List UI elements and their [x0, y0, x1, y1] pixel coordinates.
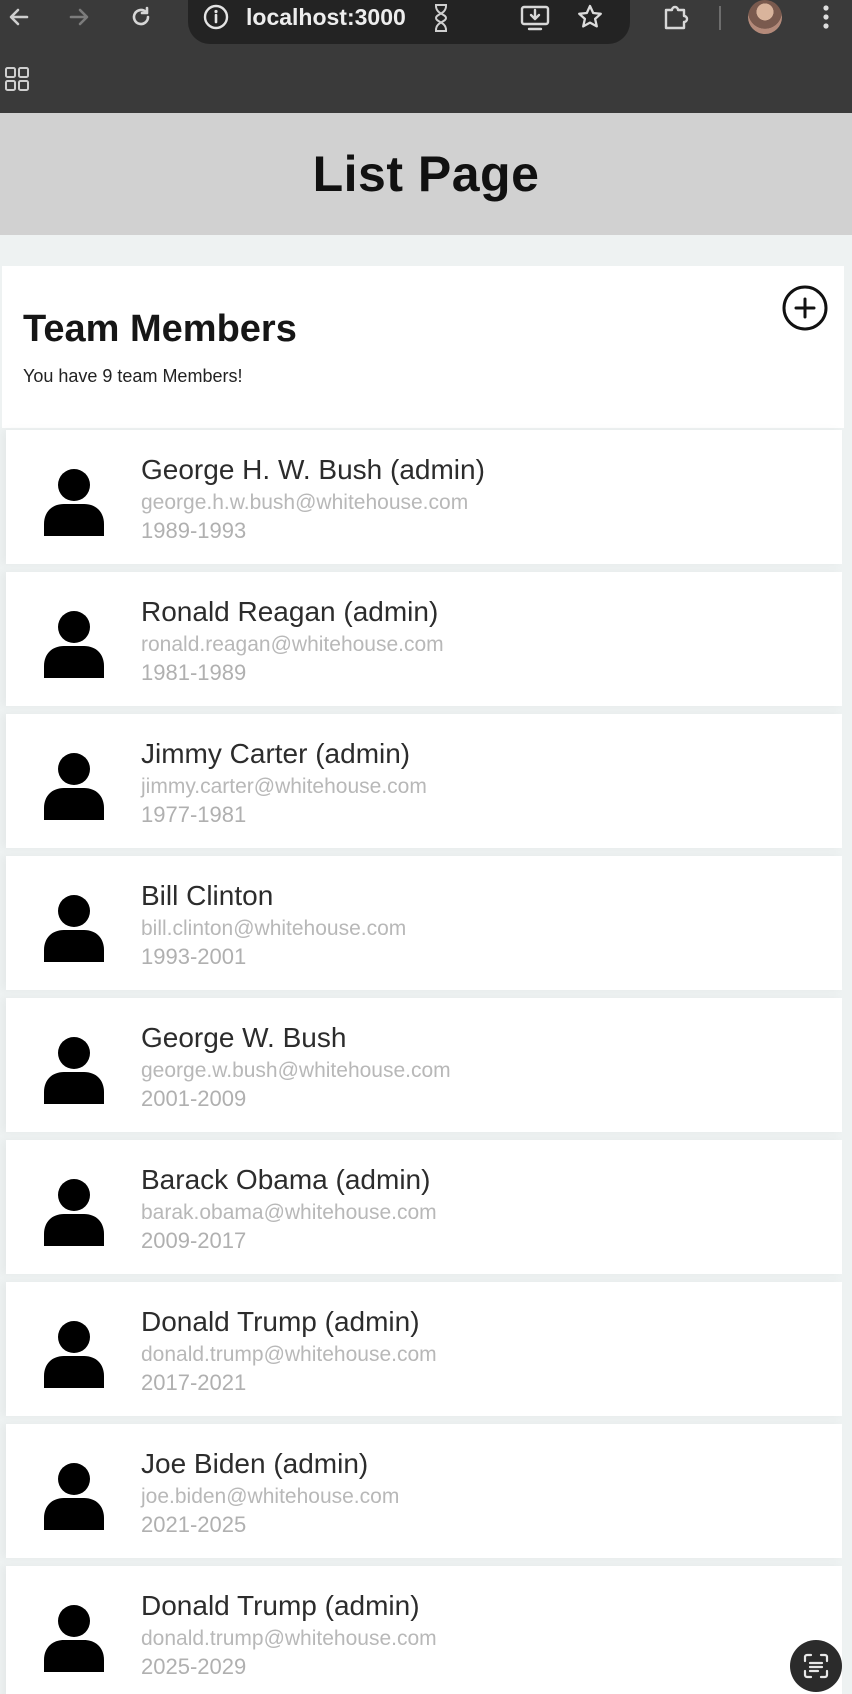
bookmark-button[interactable]: [576, 3, 604, 31]
team-count-text: You have 9 team Members!: [23, 366, 243, 386]
member-name: Barack Obama (admin): [141, 1164, 431, 1195]
list-item[interactable]: Barack Obama (admin) barak.obama@whiteho…: [6, 1140, 842, 1274]
person-icon: [44, 611, 104, 678]
member-years: 2025-2029: [141, 1654, 247, 1679]
install-app-button[interactable]: [520, 4, 550, 32]
reload-button[interactable]: [126, 2, 156, 32]
member-years: 1977-1981: [141, 802, 247, 827]
browser-chrome: localhost:3000: [0, 0, 852, 113]
hourglass-icon: [434, 4, 448, 32]
lens-button[interactable]: [790, 1640, 842, 1692]
url-text: localhost:3000: [246, 4, 406, 30]
member-name: Joe Biden (admin): [141, 1448, 369, 1479]
member-email: joe.biden@whitehouse.com: [141, 1485, 400, 1508]
member-years: 1989-1993: [141, 518, 247, 543]
member-email: george.h.w.bush@whitehouse.com: [141, 491, 469, 514]
puzzle-icon: [664, 5, 689, 30]
member-name: Ronald Reagan (admin): [141, 596, 439, 627]
list-item[interactable]: Donald Trump (admin) donald.trump@whiteh…: [6, 1282, 842, 1416]
apps-grid-icon: [5, 67, 29, 91]
person-icon: [44, 1037, 104, 1104]
arrow-right-icon: [69, 8, 89, 26]
person-icon: [44, 1179, 104, 1246]
page-title: List Page: [312, 146, 540, 202]
team-title: Team Members: [23, 308, 297, 350]
member-name: George H. W. Bush (admin): [141, 454, 485, 485]
team-card: Team Members You have 9 team Members!: [2, 266, 844, 428]
toolbar-divider: [719, 6, 721, 30]
member-years: 1993-2001: [141, 944, 247, 969]
member-name: Donald Trump (admin): [141, 1306, 420, 1337]
back-button[interactable]: [4, 2, 34, 32]
extension-indicator[interactable]: [432, 2, 450, 34]
member-years: 2001-2009: [141, 1086, 247, 1111]
member-email: barak.obama@whitehouse.com: [141, 1201, 437, 1224]
arrow-left-icon: [9, 8, 29, 26]
person-icon: [44, 753, 104, 820]
person-icon: [44, 1605, 104, 1672]
star-icon: [578, 4, 602, 28]
forward-button[interactable]: [64, 2, 94, 32]
member-email: donald.trump@whitehouse.com: [141, 1627, 437, 1650]
person-icon: [44, 1321, 104, 1388]
plus-circle-icon: [782, 285, 828, 331]
reload-icon: [132, 6, 150, 26]
site-info-button[interactable]: [202, 3, 230, 31]
list-item[interactable]: Bill Clinton bill.clinton@whitehouse.com…: [6, 856, 842, 990]
list-item[interactable]: Joe Biden (admin) joe.biden@whitehouse.c…: [6, 1424, 842, 1558]
person-icon: [44, 1463, 104, 1530]
member-name: Jimmy Carter (admin): [141, 738, 411, 769]
page-header: List Page: [0, 113, 852, 235]
member-years: 1981-1989: [141, 660, 247, 685]
member-years: 2021-2025: [141, 1512, 247, 1537]
member-name: Bill Clinton: [141, 880, 274, 911]
menu-button[interactable]: [818, 2, 834, 32]
address-bar[interactable]: localhost:3000: [188, 0, 630, 44]
add-member-button[interactable]: [781, 284, 829, 332]
list-item[interactable]: Ronald Reagan (admin) ronald.reagan@whit…: [6, 572, 842, 706]
extensions-button[interactable]: [660, 2, 690, 32]
list-item[interactable]: Jimmy Carter (admin) jimmy.carter@whiteh…: [6, 714, 842, 848]
list-item[interactable]: Donald Trump (admin) donald.trump@whiteh…: [6, 1566, 842, 1694]
member-email: ronald.reagan@whitehouse.com: [141, 633, 444, 656]
apps-button[interactable]: [4, 66, 30, 92]
profile-avatar[interactable]: [748, 0, 782, 34]
member-email: donald.trump@whitehouse.com: [141, 1343, 437, 1366]
kebab-menu-icon: [823, 5, 829, 29]
member-email: george.w.bush@whitehouse.com: [141, 1059, 451, 1082]
member-name: Donald Trump (admin): [141, 1590, 420, 1621]
install-app-icon: [520, 5, 550, 31]
list-item[interactable]: George H. W. Bush (admin) george.h.w.bus…: [6, 430, 842, 564]
member-email: bill.clinton@whitehouse.com: [141, 917, 407, 940]
member-name: George W. Bush: [141, 1022, 347, 1053]
list-item[interactable]: George W. Bush george.w.bush@whitehouse.…: [6, 998, 842, 1132]
member-years: 2009-2017: [141, 1228, 247, 1253]
member-email: jimmy.carter@whitehouse.com: [141, 775, 427, 798]
site-info-icon: [203, 4, 229, 30]
person-icon: [44, 469, 104, 536]
member-years: 2017-2021: [141, 1370, 247, 1395]
google-lens-icon: [803, 1653, 829, 1679]
person-icon: [44, 895, 104, 962]
